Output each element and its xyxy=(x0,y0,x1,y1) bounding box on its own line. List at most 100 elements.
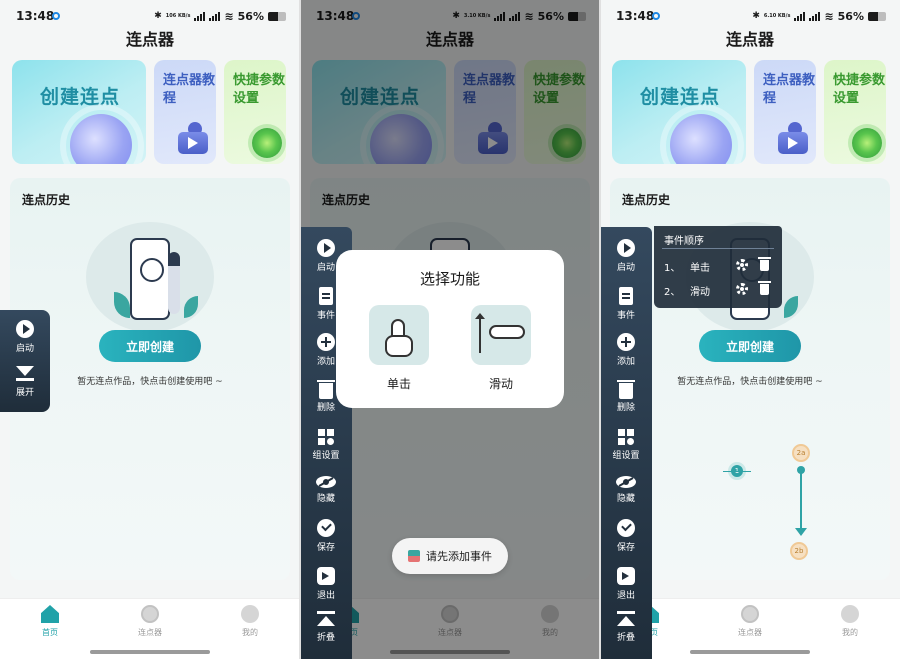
toolbar-save-button[interactable]: 保存 xyxy=(300,519,352,553)
nav-clicker-label: 连点器 xyxy=(738,628,762,637)
phone-screen-events: 13:48 ✱ 6.10 KB/s ≋ 56% 连点器 创建连点 连点器教程 快… xyxy=(600,0,900,659)
nav-mine[interactable]: 我的 xyxy=(820,605,880,638)
palm-shape xyxy=(385,335,413,357)
video-play-icon xyxy=(178,132,208,154)
bluetooth-icon: ✱ xyxy=(752,11,760,21)
event-index: 1、 xyxy=(664,263,681,274)
quick-settings-card[interactable]: 快捷参数设置 xyxy=(824,60,886,164)
save-label: 保存 xyxy=(616,543,635,553)
tutorial-card-title: 连点器教程 xyxy=(763,73,816,106)
user-icon xyxy=(841,605,859,623)
nav-clicker-label: 连点器 xyxy=(138,628,162,637)
select-function-dialog: 选择功能 单击 滑动 xyxy=(336,250,564,408)
collapse-icon xyxy=(617,611,635,627)
settings-card-title: 快捷参数设置 xyxy=(833,73,886,106)
toolbar-save-button[interactable]: 保存 xyxy=(600,519,652,553)
play-icon xyxy=(317,239,335,257)
event-order-title: 事件顺序 xyxy=(664,236,704,247)
plus-icon xyxy=(617,333,635,351)
check-icon xyxy=(617,519,635,537)
tutorial-card[interactable]: 连点器教程 xyxy=(154,60,216,164)
add-label: 添加 xyxy=(616,357,635,367)
collapsed-floating-toolbar: 启动 展开 xyxy=(0,310,50,412)
event-row[interactable]: 2、 滑动 xyxy=(664,280,776,300)
nav-clicker[interactable]: 连点器 xyxy=(720,605,780,638)
create-now-button[interactable]: 立即创建 xyxy=(699,330,801,362)
status-time: 13:48 xyxy=(16,9,55,23)
status-right: ✱ 106 KB/s ≋ 56% xyxy=(154,8,286,24)
create-now-button[interactable]: 立即创建 xyxy=(99,330,201,362)
page-title: 连点器 xyxy=(725,30,774,49)
trash-icon[interactable] xyxy=(758,257,771,271)
swipe-hand-shape xyxy=(489,325,525,339)
tap-marker-1[interactable]: 1 xyxy=(723,462,751,480)
trash-icon[interactable] xyxy=(758,281,771,295)
swipe-start-dot xyxy=(797,466,805,474)
toolbar-hide-button[interactable]: 隐藏 xyxy=(600,473,652,504)
toolbar-collapse-button[interactable]: 折叠 xyxy=(300,611,352,643)
signal-icon xyxy=(194,11,206,21)
create-clicker-card[interactable]: 创建连点 xyxy=(612,60,746,164)
toolbar-group-settings-button[interactable]: 组设置 xyxy=(300,429,352,461)
save-label: 保存 xyxy=(316,543,335,553)
toolbar-start-button[interactable]: 启动 xyxy=(600,239,652,273)
start-label: 启动 xyxy=(616,263,635,273)
wifi-icon: ≋ xyxy=(224,9,234,23)
start-label: 启动 xyxy=(15,344,34,354)
clipboard-icon xyxy=(319,287,333,305)
wifi-icon: ≋ xyxy=(824,9,834,23)
delete-label: 删除 xyxy=(616,403,635,413)
divider xyxy=(662,248,774,249)
create-clicker-card[interactable]: 创建连点 xyxy=(12,60,146,164)
history-title: 连点历史 xyxy=(22,193,71,207)
tutorial-card-title: 连点器教程 xyxy=(163,73,216,106)
status-right: ✱ 6.10 KB/s ≋ 56% xyxy=(752,8,886,24)
quick-settings-card[interactable]: 快捷参数设置 xyxy=(224,60,286,164)
screen-divider xyxy=(599,0,601,659)
toolbar-add-button[interactable]: 添加 xyxy=(600,333,652,367)
expand-label: 展开 xyxy=(15,388,34,398)
bluetooth-icon: ✱ xyxy=(154,11,162,21)
gear-icon[interactable] xyxy=(736,283,748,295)
home-indicator[interactable] xyxy=(90,650,210,654)
tutorial-card[interactable]: 连点器教程 xyxy=(754,60,816,164)
toolbar-events-button[interactable]: 事件 xyxy=(600,287,652,321)
phone-screen-select-function: 13:48 ✱ 3.10 KB/s ≋ 56% 连点器 创建连点 连点器教程 快… xyxy=(300,0,600,659)
exit-icon xyxy=(317,567,335,585)
home-indicator[interactable] xyxy=(690,650,810,654)
clipboard-icon xyxy=(619,287,633,305)
trash-icon xyxy=(317,380,335,399)
exit-label: 退出 xyxy=(616,591,635,601)
gear-icon[interactable] xyxy=(736,259,748,271)
battery-icon xyxy=(868,11,886,21)
single-click-option[interactable]: 单击 xyxy=(368,305,430,392)
status-time: 13:48 xyxy=(616,9,655,23)
play-icon xyxy=(617,239,635,257)
eye-off-icon xyxy=(616,476,636,488)
phone-screen-home: 13:48 ✱ 106 KB/s ≋ 56% 连点器 创建连点 连点器教程 快捷… xyxy=(0,0,300,659)
collapse-label: 折叠 xyxy=(616,633,635,643)
phone-illustration-icon xyxy=(130,238,170,320)
network-speed: 6.10 KB/s xyxy=(763,12,791,19)
toolbar-group-settings-button[interactable]: 组设置 xyxy=(600,429,652,461)
toolbar-exit-button[interactable]: 退出 xyxy=(300,567,352,601)
toolbar-collapse-button[interactable]: 折叠 xyxy=(600,611,652,643)
swipe-marker-end[interactable]: 2b xyxy=(790,542,808,560)
swipe-option[interactable]: 滑动 xyxy=(470,305,532,392)
nav-clicker[interactable]: 连点器 xyxy=(120,605,180,638)
plus-icon xyxy=(317,333,335,351)
exit-icon xyxy=(617,567,635,585)
collapse-label: 折叠 xyxy=(316,633,335,643)
toolbar-exit-button[interactable]: 退出 xyxy=(600,567,652,601)
swipe-marker-start[interactable]: 2a xyxy=(792,444,810,462)
nav-home-label: 首页 xyxy=(42,628,58,637)
toolbar-hide-button[interactable]: 隐藏 xyxy=(300,473,352,504)
nav-mine[interactable]: 我的 xyxy=(220,605,280,638)
eye-off-icon xyxy=(316,476,336,488)
nav-home[interactable]: 首页 xyxy=(20,605,80,638)
signal-icon-2 xyxy=(209,11,221,21)
toolbar-delete-button[interactable]: 删除 xyxy=(600,380,652,413)
event-row[interactable]: 1、 单击 xyxy=(664,256,776,276)
toolbar-expand-button[interactable]: 展开 xyxy=(0,366,50,398)
toolbar-start-button[interactable]: 启动 xyxy=(0,320,50,354)
